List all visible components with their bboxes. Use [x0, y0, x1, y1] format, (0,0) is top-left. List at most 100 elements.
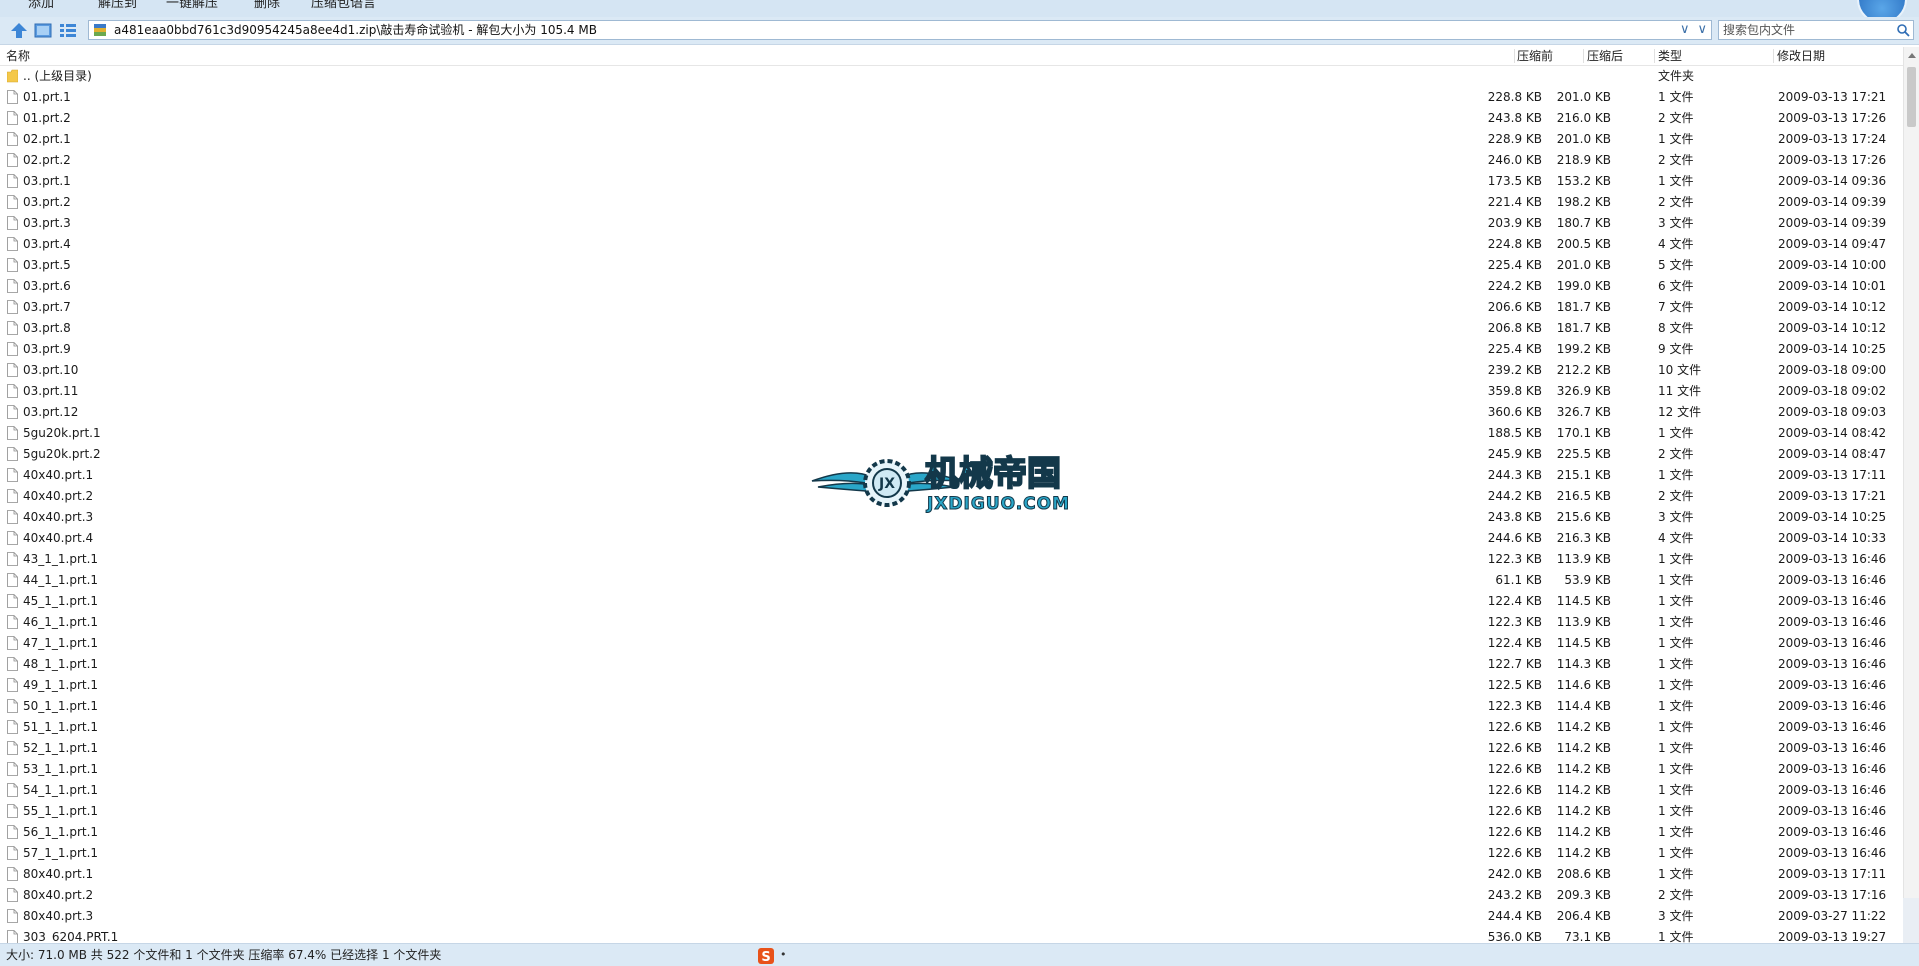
file-row[interactable]: 49_1_1.prt.1 122.5 KB 114.6 KB 1 文件 2009-03-… — [0, 675, 1903, 696]
search-box[interactable] — [1718, 20, 1914, 40]
add-button[interactable]: 添加 — [28, 0, 54, 14]
file-row[interactable]: 54_1_1.prt.1 122.6 KB 114.2 KB 1 文件 2009-03-… — [0, 780, 1903, 801]
app-logo[interactable] — [1857, 0, 1907, 17]
path-field[interactable]: a481eaa0bbd761c3d90954245a8ee4d1.zip\敲击寿… — [88, 20, 1712, 40]
file-icon — [7, 846, 18, 860]
file-name: 5gu20k.prt.1 — [23, 426, 101, 440]
file-row[interactable]: 50_1_1.prt.1 122.3 KB 114.4 KB 1 文件 2009-03-… — [0, 696, 1903, 717]
file-row[interactable]: 03.prt.1 173.5 KB 153.2 KB 1 文件 2009-03-14 0… — [0, 171, 1903, 192]
file-icon — [7, 699, 18, 713]
file-row[interactable]: 02.prt.2 246.0 KB 218.9 KB 2 文件 2009-03-13 1… — [0, 150, 1903, 171]
panel-splitter-handle[interactable] — [1903, 898, 1919, 943]
file-row[interactable]: 5gu20k.prt.1 188.5 KB 170.1 KB 1 文件 2009-03-… — [0, 423, 1903, 444]
search-icon[interactable] — [1896, 23, 1910, 37]
vertical-scrollbar[interactable] — [1903, 47, 1919, 943]
file-row[interactable]: 80x40.prt.3 244.4 KB 206.4 KB 3 文件 2009-03-2… — [0, 906, 1903, 927]
modified-date: 2009-03-14 09:39 — [1778, 195, 1887, 209]
file-row[interactable]: 48_1_1.prt.1 122.7 KB 114.3 KB 1 文件 2009-03-… — [0, 654, 1903, 675]
file-row[interactable]: 03.prt.11 359.8 KB 326.9 KB 11 文件 2009-03-18… — [0, 381, 1903, 402]
file-row[interactable]: 55_1_1.prt.1 122.6 KB 114.2 KB 1 文件 2009-03-… — [0, 801, 1903, 822]
file-row[interactable]: 52_1_1.prt.1 122.6 KB 114.2 KB 1 文件 2009-03-… — [0, 738, 1903, 759]
up-arrow-icon[interactable] — [9, 21, 29, 40]
file-name: 44_1_1.prt.1 — [23, 573, 99, 587]
chevron-down-icon[interactable]: ∨ — [1697, 22, 1707, 37]
file-type: 1 文件 — [1658, 867, 1694, 881]
file-icon — [7, 783, 18, 797]
file-row[interactable]: 01.prt.2 243.8 KB 216.0 KB 2 文件 2009-03-13 1… — [0, 108, 1903, 129]
file-row[interactable]: 40x40.prt.3 243.8 KB 215.6 KB 3 文件 2009-03-1… — [0, 507, 1903, 528]
archive-language-button[interactable]: 压缩包语言 — [311, 0, 376, 14]
size-before: 243.8 KB — [1487, 510, 1542, 524]
path-dropdown[interactable]: ∨ ∨ — [1672, 21, 1707, 39]
parent-folder-row[interactable]: .. (上级目录) 文件夹 — [0, 66, 1903, 87]
sogou-ime-icon[interactable]: S — [758, 948, 774, 964]
file-row[interactable]: 51_1_1.prt.1 122.6 KB 114.2 KB 1 文件 2009-03-… — [0, 717, 1903, 738]
file-row[interactable]: 44_1_1.prt.1 61.1 KB 53.9 KB 1 文件 2009-03-13… — [0, 570, 1903, 591]
file-row[interactable]: 03.prt.10 239.2 KB 212.2 KB 10 文件 2009-03-18… — [0, 360, 1903, 381]
file-name: 01.prt.2 — [23, 111, 71, 125]
file-icon — [7, 174, 18, 188]
file-row[interactable]: 03.prt.8 206.8 KB 181.7 KB 8 文件 2009-03-14 1… — [0, 318, 1903, 339]
file-row[interactable]: 53_1_1.prt.1 122.6 KB 114.2 KB 1 文件 2009-03-… — [0, 759, 1903, 780]
file-row[interactable]: 40x40.prt.1 244.3 KB 215.1 KB 1 文件 2009-03-1… — [0, 465, 1903, 486]
file-name: 56_1_1.prt.1 — [23, 825, 99, 839]
search-input[interactable] — [1719, 21, 1897, 39]
file-row[interactable]: 46_1_1.prt.1 122.3 KB 113.9 KB 1 文件 2009-03-… — [0, 612, 1903, 633]
file-row[interactable]: 80x40.prt.1 242.0 KB 208.6 KB 1 文件 2009-03-1… — [0, 864, 1903, 885]
modified-date: 2009-03-13 16:46 — [1778, 594, 1887, 608]
extract-to-button[interactable]: 解压到 — [98, 0, 137, 14]
file-name: 45_1_1.prt.1 — [23, 594, 99, 608]
file-row[interactable]: 56_1_1.prt.1 122.6 KB 114.2 KB 1 文件 2009-03-… — [0, 822, 1903, 843]
file-type: 4 文件 — [1658, 237, 1694, 251]
size-before: 122.6 KB — [1487, 804, 1542, 818]
file-row[interactable]: 45_1_1.prt.1 122.4 KB 114.5 KB 1 文件 2009-03-… — [0, 591, 1903, 612]
file-row[interactable]: 03.prt.2 221.4 KB 198.2 KB 2 文件 2009-03-14 0… — [0, 192, 1903, 213]
modified-date: 2009-03-13 16:46 — [1778, 804, 1887, 818]
size-before: 122.4 KB — [1487, 594, 1542, 608]
column-type[interactable]: 类型 — [1658, 47, 1682, 65]
file-row[interactable]: 40x40.prt.4 244.6 KB 216.3 KB 4 文件 2009-03-1… — [0, 528, 1903, 549]
file-row[interactable]: 03.prt.4 224.8 KB 200.5 KB 4 文件 2009-03-14 0… — [0, 234, 1903, 255]
column-after[interactable]: 压缩后 — [1587, 47, 1623, 65]
ime-options-icon[interactable]: • — [780, 946, 787, 964]
delete-button[interactable]: 删除 — [254, 0, 280, 14]
column-divider[interactable] — [1773, 49, 1774, 63]
column-name[interactable]: 名称 — [6, 47, 30, 65]
file-name: 80x40.prt.1 — [23, 867, 94, 881]
file-row[interactable]: 303_6204.PRT.1 536.0 KB 73.1 KB 1 文件 2009-03… — [0, 927, 1903, 943]
file-row[interactable]: 57_1_1.prt.1 122.6 KB 114.2 KB 1 文件 2009-03-… — [0, 843, 1903, 864]
file-row[interactable]: 03.prt.12 360.6 KB 326.7 KB 12 文件 2009-03-18… — [0, 402, 1903, 423]
file-name: 48_1_1.prt.1 — [23, 657, 99, 671]
column-date[interactable]: 修改日期 — [1777, 47, 1825, 65]
file-row[interactable]: 43_1_1.prt.1 122.3 KB 113.9 KB 1 文件 2009-03-… — [0, 549, 1903, 570]
scroll-up-arrow-icon[interactable] — [1907, 51, 1917, 61]
file-row[interactable]: 47_1_1.prt.1 122.4 KB 114.5 KB 1 文件 2009-03-… — [0, 633, 1903, 654]
column-divider[interactable] — [1514, 49, 1515, 63]
thumbnail-view-icon[interactable] — [33, 21, 53, 40]
file-icon — [7, 678, 18, 692]
list-view-icon[interactable] — [58, 21, 78, 40]
chevron-down-icon[interactable]: ∨ — [1680, 22, 1690, 37]
file-row[interactable]: 5gu20k.prt.2 245.9 KB 225.5 KB 2 文件 2009-03-… — [0, 444, 1903, 465]
file-type: 1 文件 — [1658, 699, 1694, 713]
one-click-extract-button[interactable]: 一键解压 — [166, 0, 218, 14]
column-before[interactable]: 压缩前 — [1517, 47, 1553, 65]
file-row[interactable]: 03.prt.6 224.2 KB 199.0 KB 6 文件 2009-03-14 1… — [0, 276, 1903, 297]
file-row[interactable]: 02.prt.1 228.9 KB 201.0 KB 1 文件 2009-03-13 1… — [0, 129, 1903, 150]
file-row[interactable]: 01.prt.1 228.8 KB 201.0 KB 1 文件 2009-03-13 1… — [0, 87, 1903, 108]
size-after: 216.5 KB — [1556, 489, 1611, 503]
size-after: 170.1 KB — [1556, 426, 1611, 440]
scrollbar-thumb[interactable] — [1907, 67, 1916, 127]
file-row[interactable]: 03.prt.3 203.9 KB 180.7 KB 3 文件 2009-03-14 0… — [0, 213, 1903, 234]
column-divider[interactable] — [1654, 49, 1655, 63]
file-row[interactable]: 40x40.prt.2 244.2 KB 216.5 KB 2 文件 2009-03-1… — [0, 486, 1903, 507]
column-divider[interactable] — [1583, 49, 1584, 63]
file-row[interactable]: 80x40.prt.2 243.2 KB 209.3 KB 2 文件 2009-03-1… — [0, 885, 1903, 906]
file-row[interactable]: 03.prt.5 225.4 KB 201.0 KB 5 文件 2009-03-14 1… — [0, 255, 1903, 276]
modified-date: 2009-03-27 11:22 — [1778, 909, 1887, 923]
modified-date: 2009-03-13 17:11 — [1778, 468, 1887, 482]
modified-date: 2009-03-13 16:46 — [1778, 762, 1887, 776]
file-row[interactable]: 03.prt.9 225.4 KB 199.2 KB 9 文件 2009-03-14 1… — [0, 339, 1903, 360]
file-type: 4 文件 — [1658, 531, 1694, 545]
file-row[interactable]: 03.prt.7 206.6 KB 181.7 KB 7 文件 2009-03-14 1… — [0, 297, 1903, 318]
